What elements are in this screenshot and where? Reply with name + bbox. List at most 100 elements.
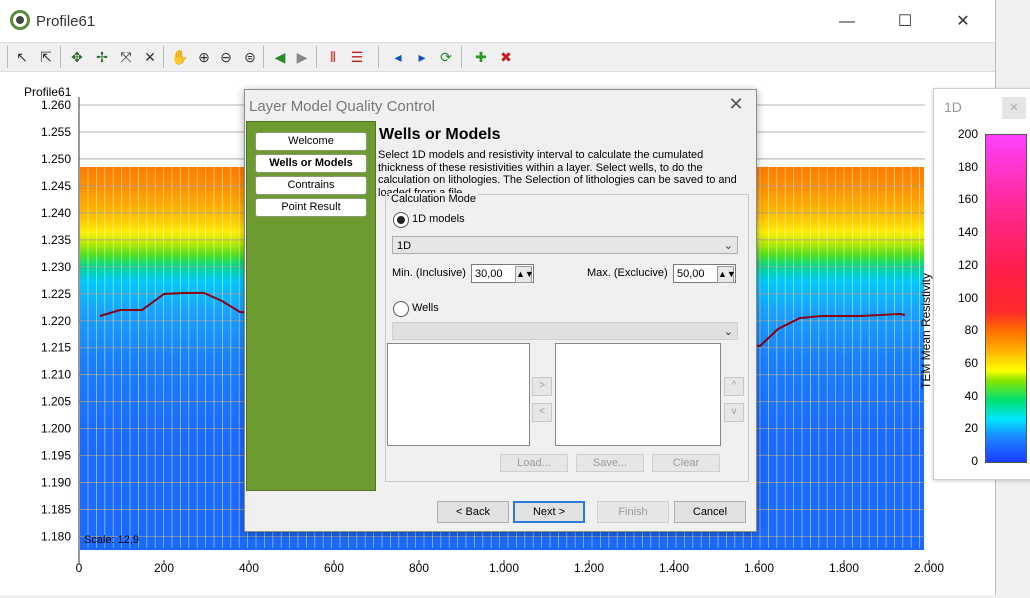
- legend-tick-label: 180: [957, 159, 978, 174]
- legend-tick-label: 0: [971, 454, 978, 468]
- y-tick-label: 1.210: [41, 368, 71, 382]
- finish-button[interactable]: Finish: [597, 501, 669, 523]
- radio-wells-label: Wells: [412, 302, 439, 314]
- vertical-lines-icon[interactable]: ⦀: [323, 47, 343, 67]
- y-tick-label: 1.200: [41, 422, 71, 436]
- legend-tick-label: 120: [957, 257, 978, 272]
- load-button[interactable]: Load...: [500, 454, 568, 472]
- min-spin-icon[interactable]: ▲▼: [515, 266, 534, 283]
- node-move-icon[interactable]: ⤧: [116, 47, 136, 67]
- models-select[interactable]: 1D ⌄: [392, 236, 738, 254]
- maximize-button[interactable]: ☐: [882, 6, 928, 38]
- y-tick-label: 1.195: [41, 449, 71, 463]
- legend-tick-label: 60: [964, 355, 978, 370]
- min-label: Min. (Inclusive): [392, 267, 466, 279]
- max-label: Max. (Exclucive): [587, 267, 668, 279]
- back-arrow-icon[interactable]: ◀: [270, 47, 290, 67]
- nav-contrains[interactable]: Contrains: [255, 176, 367, 195]
- legend-tick-label: 20: [964, 421, 978, 436]
- calculation-mode-label: Calculation Mode: [389, 193, 478, 205]
- node-add-icon[interactable]: ✢: [92, 47, 112, 67]
- wizard-sidebar: Welcome Wells or Models Contrains Point …: [246, 121, 376, 491]
- radio-1d-models[interactable]: [393, 212, 409, 228]
- dialog-close-icon[interactable]: ✕: [726, 94, 746, 114]
- toolbar-separator: [7, 46, 8, 68]
- radio-1d-models-label: 1D models: [412, 213, 465, 225]
- max-value: 50,00: [677, 268, 705, 280]
- node-edit-icon[interactable]: ✥: [67, 47, 87, 67]
- radio-wells[interactable]: [393, 301, 409, 317]
- selected-list[interactable]: [555, 343, 721, 446]
- y-tick-label: 1.205: [41, 395, 71, 409]
- cancel-button[interactable]: Cancel: [674, 501, 746, 523]
- zoom-extent-icon[interactable]: ⊜: [240, 47, 260, 67]
- y-tick-label: 1.215: [41, 341, 71, 355]
- dialog-title: Layer Model Quality Control: [249, 98, 435, 115]
- title-bar: Profile61 — ☐ ✕: [0, 0, 995, 42]
- chevron-down-icon: ⌄: [723, 240, 733, 252]
- nav-wells-or-models[interactable]: Wells or Models: [255, 154, 367, 173]
- max-spin-icon[interactable]: ▲▼: [717, 266, 736, 283]
- color-scale-bar: [985, 134, 1027, 463]
- nav-point-result[interactable]: Point Result: [255, 198, 367, 217]
- delete-icon[interactable]: ✕: [140, 47, 160, 67]
- legend-axis-label: TEM Mean Resistivity: [919, 272, 933, 389]
- legend-tick-label: 100: [957, 290, 978, 305]
- clear-button[interactable]: Clear: [652, 454, 720, 472]
- move-left-button[interactable]: <: [532, 403, 552, 422]
- save-button[interactable]: Save...: [576, 454, 644, 472]
- previous-icon[interactable]: ◂: [388, 47, 408, 67]
- nav-welcome[interactable]: Welcome: [255, 132, 367, 151]
- minimize-button[interactable]: —: [824, 6, 870, 38]
- back-button[interactable]: < Back: [437, 501, 509, 523]
- move-right-button[interactable]: >: [532, 377, 552, 396]
- pan-hand-icon[interactable]: ✋: [170, 47, 190, 67]
- remove-model-icon[interactable]: ✖: [496, 47, 516, 67]
- next-icon[interactable]: ▸: [412, 47, 432, 67]
- legend-tick-label: 80: [964, 323, 978, 338]
- legend-title: 1D: [944, 99, 962, 115]
- legend-close-icon[interactable]: ✕: [1002, 97, 1026, 119]
- min-value: 30,00: [475, 268, 503, 280]
- move-up-button[interactable]: ^: [724, 377, 744, 396]
- window-title: Profile61: [36, 13, 96, 30]
- next-button[interactable]: Next >: [513, 501, 585, 523]
- zoom-in-icon[interactable]: ⊕: [194, 47, 214, 67]
- max-input[interactable]: 50,00 ▲▼: [673, 264, 736, 283]
- refresh-icon[interactable]: ⟳: [436, 47, 456, 67]
- y-tick-label: 1.190: [41, 476, 71, 490]
- chevron-down-icon: ⌄: [723, 326, 733, 338]
- y-tick-label: 1.255: [41, 125, 71, 139]
- y-tick-label: 1.225: [41, 287, 71, 301]
- toolbar-separator: [378, 46, 379, 68]
- app-logo-icon: [10, 10, 30, 30]
- add-model-icon[interactable]: ✚: [471, 47, 491, 67]
- zoom-out-icon[interactable]: ⊖: [216, 47, 236, 67]
- wells-select[interactable]: ⌄: [392, 322, 738, 340]
- models-select-value: 1D: [397, 240, 412, 252]
- legend-tick-label: 200: [957, 127, 978, 141]
- legend-tick-label: 40: [964, 388, 978, 403]
- toolbar-separator: [263, 46, 264, 68]
- forward-arrow-icon[interactable]: ▶: [292, 47, 312, 67]
- toolbar-separator: [316, 46, 317, 68]
- layer-model-quality-control-dialog: Layer Model Quality Control ✕ Welcome We…: [244, 89, 757, 532]
- toolbar-separator: [60, 46, 61, 68]
- profile-label: Profile61: [24, 85, 72, 99]
- y-tick-label: 1.240: [41, 206, 71, 220]
- page-description: Select 1D models and resistivity interva…: [378, 149, 737, 199]
- y-tick-label: 1.230: [41, 260, 71, 274]
- y-tick-label: 1.185: [41, 503, 71, 517]
- close-button[interactable]: ✕: [940, 6, 986, 38]
- y-tick-label: 1.260: [41, 98, 71, 112]
- available-list[interactable]: [387, 343, 530, 446]
- min-input[interactable]: 30,00 ▲▼: [471, 264, 534, 283]
- multi-select-icon[interactable]: ⇱: [36, 47, 56, 67]
- toolbar-separator: [461, 46, 462, 68]
- horizontal-lines-icon[interactable]: ☰: [347, 47, 367, 67]
- toolbar-separator: [163, 46, 164, 68]
- move-down-button[interactable]: v: [724, 403, 744, 422]
- select-arrow-icon[interactable]: ↖: [12, 47, 32, 67]
- legend-tick-label: 160: [957, 192, 978, 207]
- toolbar: ↖ ⇱ ✥ ✢ ⤧ ✕ ✋ ⊕ ⊖ ⊜ ◀ ▶ ⦀ ☰ ◂ ▸ ⟳ ✚ ✖: [0, 42, 995, 72]
